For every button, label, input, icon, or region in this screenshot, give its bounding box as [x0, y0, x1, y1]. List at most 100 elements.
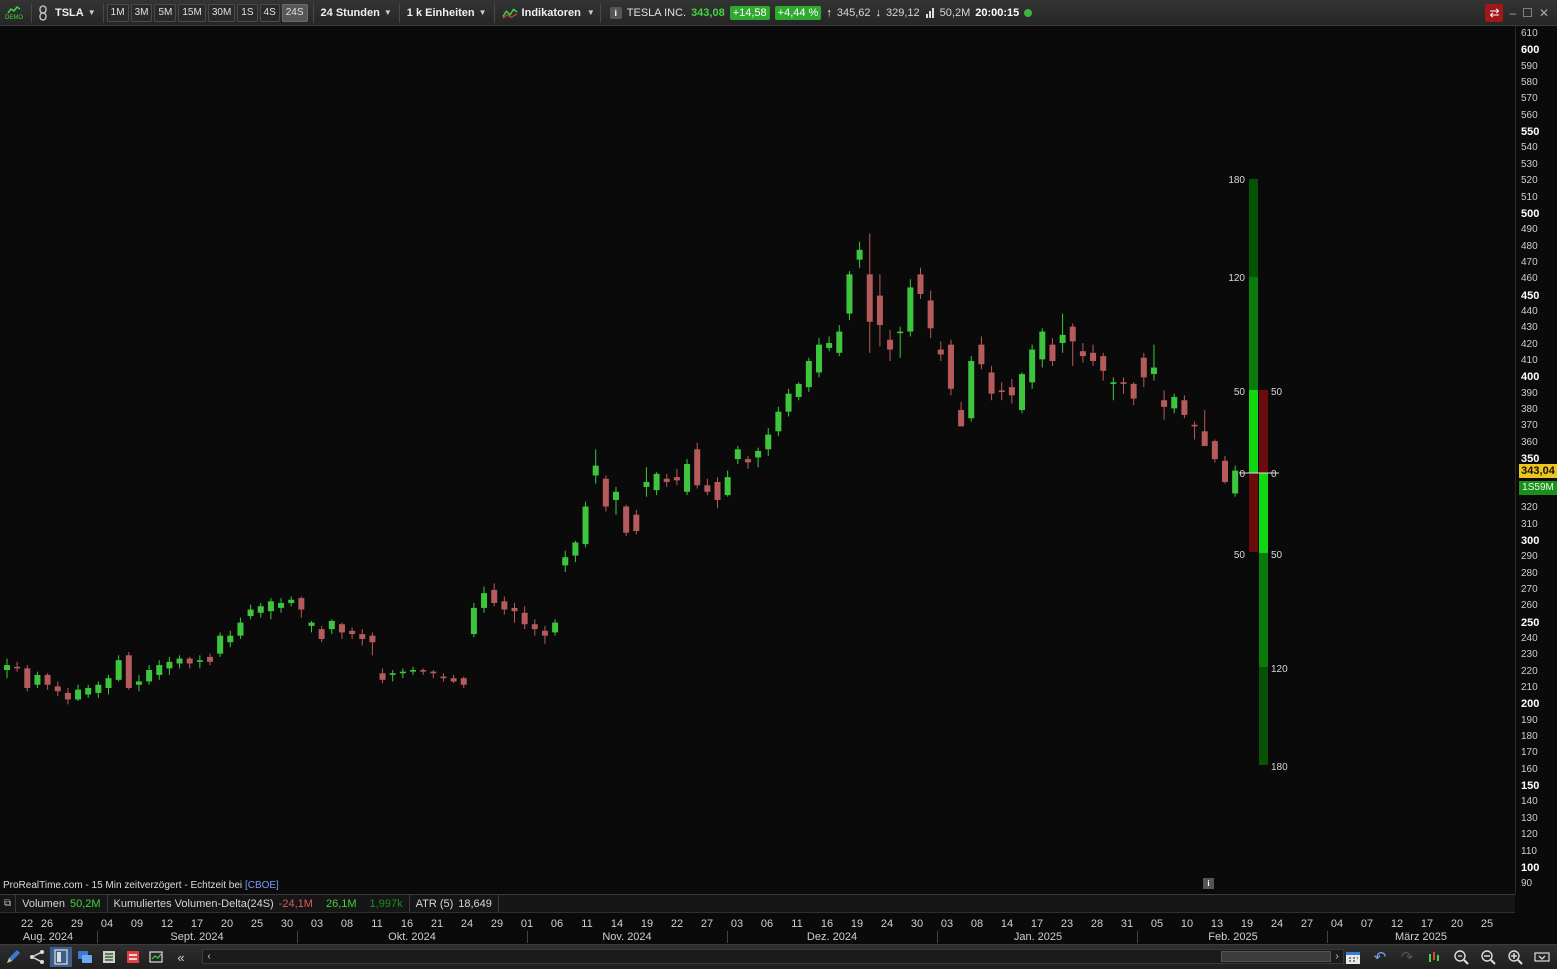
candle[interactable]	[267, 598, 274, 620]
candle[interactable]	[1191, 421, 1198, 440]
timeframe-button-24s[interactable]: 24S	[281, 3, 308, 22]
indicators-button[interactable]: Indikatoren	[498, 5, 585, 21]
candle[interactable]	[176, 655, 183, 669]
candle[interactable]	[755, 447, 762, 468]
candle[interactable]	[379, 668, 386, 684]
auto-scale-icon[interactable]	[1423, 947, 1445, 967]
candle[interactable]	[1059, 313, 1066, 353]
pencil-icon[interactable]	[2, 947, 24, 967]
demo-logo-icon[interactable]: DEMO	[0, 5, 28, 21]
candle[interactable]	[1008, 378, 1015, 404]
orders-icon[interactable]	[98, 947, 120, 967]
candle[interactable]	[805, 357, 812, 393]
candle[interactable]	[318, 625, 325, 643]
candle[interactable]	[501, 596, 508, 615]
candle[interactable]	[115, 655, 122, 682]
candle[interactable]	[602, 475, 609, 512]
candle[interactable]	[582, 501, 589, 548]
candle[interactable]	[1140, 352, 1147, 388]
screener-icon[interactable]	[146, 947, 168, 967]
candle[interactable]	[54, 681, 61, 697]
candle[interactable]	[694, 442, 701, 489]
portfolio-icon[interactable]	[122, 947, 144, 967]
candle[interactable]	[653, 472, 660, 496]
candle[interactable]	[64, 688, 71, 705]
candle[interactable]	[95, 681, 102, 698]
undo-icon[interactable]: ↶	[1369, 947, 1391, 967]
candle[interactable]	[44, 673, 51, 690]
units-dropdown[interactable]: 1 k Einheiten ▼	[403, 7, 491, 19]
candle[interactable]	[491, 583, 498, 607]
info-icon[interactable]: i	[609, 6, 622, 19]
panel-toggle[interactable]: ⧉	[0, 894, 17, 913]
timeframe-button-1s[interactable]: 1S	[237, 3, 258, 22]
candlestick-chart[interactable]: 180 120 50 0 50 50 0 50 120 180	[0, 26, 1515, 894]
candle[interactable]	[1019, 372, 1025, 414]
candle[interactable]	[1150, 344, 1157, 381]
candle[interactable]	[460, 676, 467, 688]
candle[interactable]	[836, 325, 843, 357]
candle[interactable]	[1130, 382, 1137, 406]
collapse-left-icon[interactable]: «	[170, 947, 192, 967]
candle[interactable]	[257, 602, 264, 618]
candle[interactable]	[592, 449, 599, 484]
zoom-out-icon[interactable]	[1477, 947, 1499, 967]
candle[interactable]	[410, 666, 416, 675]
candle[interactable]	[998, 382, 1005, 401]
candle[interactable]	[795, 382, 802, 401]
candle[interactable]	[897, 326, 904, 358]
candle[interactable]	[744, 455, 751, 469]
candle[interactable]	[1232, 465, 1239, 497]
candle[interactable]	[288, 596, 295, 607]
candle[interactable]	[1222, 455, 1228, 484]
candle[interactable]	[247, 604, 254, 620]
timeframe-button-30m[interactable]: 30M	[207, 3, 236, 22]
candle[interactable]	[227, 630, 234, 648]
candle[interactable]	[430, 670, 437, 679]
candle[interactable]	[278, 598, 285, 613]
candle[interactable]	[1029, 344, 1036, 389]
candle[interactable]	[643, 467, 650, 497]
share-icon[interactable]	[26, 947, 48, 967]
candle[interactable]	[958, 401, 965, 427]
candle[interactable]	[359, 629, 366, 646]
candle[interactable]	[75, 684, 82, 702]
price-chart[interactable]: 180 120 50 0 50 50 0 50 120 180	[0, 26, 1515, 894]
timeframe-button-15m[interactable]: 15M	[178, 3, 206, 22]
close-icon[interactable]: ✕	[1539, 6, 1549, 20]
candle[interactable]	[724, 470, 731, 497]
candle[interactable]	[633, 509, 640, 535]
redo-icon[interactable]: ↷	[1396, 947, 1418, 967]
candle[interactable]	[775, 406, 782, 437]
chart-scrollbar[interactable]: ‹ ›	[202, 949, 1344, 964]
candle[interactable]	[166, 656, 173, 675]
candle[interactable]	[237, 617, 244, 639]
calendar-icon[interactable]	[1342, 947, 1364, 967]
candle[interactable]	[156, 660, 163, 680]
indicators-dropdown[interactable]: ▼	[585, 8, 597, 17]
candle[interactable]	[541, 625, 548, 644]
candle[interactable]	[511, 602, 518, 623]
candle[interactable]	[1161, 390, 1168, 420]
candle[interactable]	[552, 619, 559, 636]
candle[interactable]	[217, 632, 224, 657]
timeframe-button-3m[interactable]: 3M	[130, 3, 153, 22]
candle[interactable]	[704, 478, 711, 496]
atr-indicator[interactable]: ATR (5) 18,649	[410, 894, 499, 913]
candle[interactable]	[968, 356, 975, 422]
candle[interactable]	[34, 671, 41, 688]
candle[interactable]	[146, 665, 153, 685]
candle[interactable]	[450, 674, 457, 684]
candle[interactable]	[887, 329, 894, 361]
candle[interactable]	[399, 668, 406, 679]
info-icon[interactable]: i	[1203, 878, 1214, 889]
candle[interactable]	[856, 241, 863, 268]
candle[interactable]	[572, 540, 579, 563]
candle[interactable]	[1120, 377, 1127, 394]
candle[interactable]	[765, 428, 772, 456]
candle[interactable]	[613, 486, 619, 515]
candle[interactable]	[785, 388, 792, 417]
candle[interactable]	[714, 477, 721, 509]
refresh-icon[interactable]: ⇄	[1485, 3, 1504, 22]
candle[interactable]	[684, 459, 691, 496]
